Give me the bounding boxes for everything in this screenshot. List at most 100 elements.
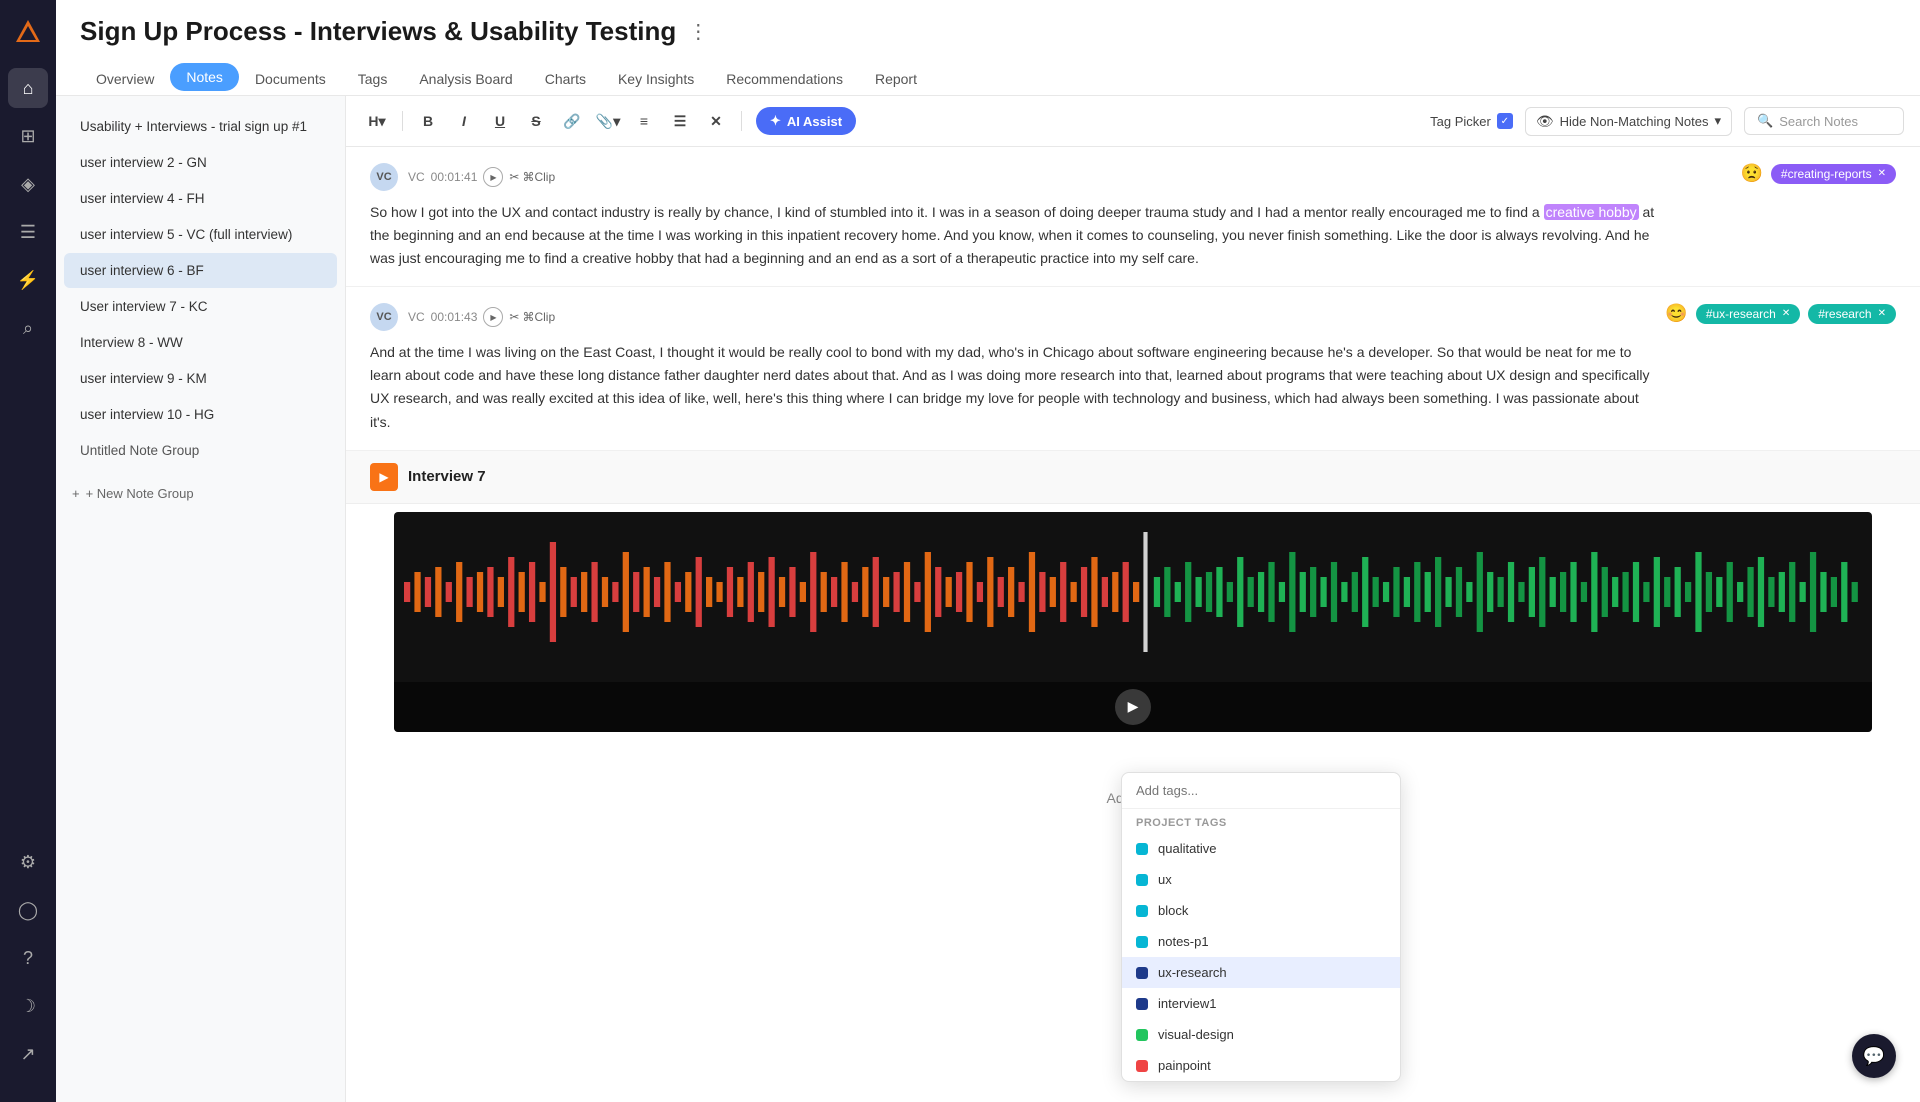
tag-color-notes-p1: [1136, 936, 1148, 948]
italic-button[interactable]: I: [449, 106, 479, 136]
moon-icon: ☽: [20, 996, 36, 1017]
note-item-6[interactable]: User interview 7 - KC: [64, 289, 337, 324]
settings-icon: ⚙: [20, 852, 36, 873]
tab-recommendations[interactable]: Recommendations: [710, 63, 859, 95]
tag-option-notes-p1[interactable]: notes-p1: [1122, 926, 1400, 957]
tag-badge-creating-reports[interactable]: #creating-reports ✕: [1771, 164, 1896, 184]
clip-button-1[interactable]: ✂ ⌘Clip: [509, 170, 555, 184]
media-player[interactable]: ▶: [394, 512, 1872, 732]
tab-key-insights[interactable]: Key Insights: [602, 63, 710, 95]
book-icon: ☰: [20, 222, 36, 243]
tag-option-visual-design[interactable]: visual-design: [1122, 1019, 1400, 1050]
tag-option-block[interactable]: block: [1122, 895, 1400, 926]
heading-button[interactable]: H▾: [362, 106, 392, 136]
tag-color-block: [1136, 905, 1148, 917]
tab-tags[interactable]: Tags: [342, 63, 404, 95]
tag-option-qualitative[interactable]: qualitative: [1122, 833, 1400, 864]
bold-button[interactable]: B: [413, 106, 443, 136]
home-icon: ⌂: [23, 78, 34, 99]
remove-tag-icon[interactable]: ✕: [1878, 168, 1886, 179]
sidebar-layout-icon[interactable]: ⊞: [8, 116, 48, 156]
chat-bubble-button[interactable]: 💬: [1852, 1034, 1896, 1078]
tag-color-qualitative: [1136, 843, 1148, 855]
tag-color-ux: [1136, 874, 1148, 886]
eye-icon: 👁: [1536, 113, 1554, 130]
tag-option-painpoint[interactable]: painpoint: [1122, 1050, 1400, 1081]
list-button[interactable]: ☰: [665, 106, 695, 136]
sidebar-share-icon[interactable]: ↗: [8, 1034, 48, 1074]
sidebar-settings-icon[interactable]: ⚙: [8, 842, 48, 882]
attachment-button[interactable]: 📎▾: [593, 106, 623, 136]
note-item-8[interactable]: user interview 9 - KM: [64, 361, 337, 396]
link-button[interactable]: 🔗: [557, 106, 587, 136]
sidebar-bottom-icons: ⚙ ◯ ? ☽ ↗: [8, 842, 48, 1090]
remove-research-tag-icon[interactable]: ✕: [1878, 308, 1886, 319]
share-icon: ↗: [20, 1044, 35, 1065]
hide-non-matching-button[interactable]: 👁 Hide Non-Matching Notes ▾: [1525, 107, 1732, 136]
note-item-7[interactable]: Interview 8 - WW: [64, 325, 337, 360]
strikethrough-button[interactable]: S: [521, 106, 551, 136]
note-item-3[interactable]: user interview 4 - FH: [64, 181, 337, 216]
interview7-play-icon[interactable]: ▶: [370, 463, 398, 491]
ai-icon: ✦: [770, 113, 781, 129]
play-button-2[interactable]: ▶: [483, 307, 503, 327]
note-item-2[interactable]: user interview 2 - GN: [64, 145, 337, 180]
tag-option-ux-research[interactable]: ux-research: [1122, 957, 1400, 988]
search-notes-input[interactable]: 🔍 Search Notes: [1744, 107, 1904, 135]
project-title: Sign Up Process - Interviews & Usability…: [80, 16, 676, 47]
tag-color-ux-research: [1136, 967, 1148, 979]
play-button-1[interactable]: ▶: [483, 167, 503, 187]
sidebar: ⌂ ⊞ ◈ ☰ ⚡ ⌕ ⚙ ◯ ? ☽ ↗: [0, 0, 56, 1102]
reaction-icon-1[interactable]: 😟: [1740, 163, 1762, 184]
tag-badge-ux-research[interactable]: #ux-research ✕: [1696, 304, 1800, 324]
underline-button[interactable]: U: [485, 106, 515, 136]
pin-icon: ◈: [21, 174, 35, 195]
clip-button-2[interactable]: ✂ ⌘Clip: [509, 310, 555, 324]
align-button[interactable]: ≡: [629, 106, 659, 136]
search-icon: 🔍: [1757, 113, 1773, 129]
sidebar-pin-icon[interactable]: ◈: [8, 164, 48, 204]
tab-report[interactable]: Report: [859, 63, 933, 95]
tab-documents[interactable]: Documents: [239, 63, 342, 95]
note-item-1[interactable]: Usability + Interviews - trial sign up #…: [64, 109, 337, 144]
note-item-9[interactable]: user interview 10 - HG: [64, 397, 337, 432]
note-item-4[interactable]: user interview 5 - VC (full interview): [64, 217, 337, 252]
interview7-title: Interview 7: [408, 468, 486, 485]
media-play-button[interactable]: ▶: [1115, 689, 1151, 725]
clear-format-button[interactable]: ✕: [701, 106, 731, 136]
note-item-10[interactable]: Untitled Note Group: [64, 433, 337, 468]
sidebar-book-icon[interactable]: ☰: [8, 212, 48, 252]
new-note-group-button[interactable]: + + New Note Group: [56, 476, 345, 511]
plus-icon: +: [72, 486, 80, 501]
tag-color-painpoint: [1136, 1060, 1148, 1072]
sidebar-lightning-icon[interactable]: ⚡: [8, 260, 48, 300]
tag-search-input[interactable]: [1122, 773, 1400, 809]
tag-option-ux[interactable]: ux: [1122, 864, 1400, 895]
tag-picker[interactable]: Tag Picker ✓: [1430, 113, 1513, 129]
tag-dropdown: PROJECT TAGS qualitative ux block: [1121, 772, 1401, 1082]
tab-notes[interactable]: Notes: [170, 63, 239, 91]
content-area: Usability + Interviews - trial sign up #…: [56, 96, 1920, 1102]
tab-analysis-board[interactable]: Analysis Board: [403, 63, 528, 95]
project-title-row: Sign Up Process - Interviews & Usability…: [80, 16, 1896, 47]
top-header: Sign Up Process - Interviews & Usability…: [56, 0, 1920, 96]
note-item-5[interactable]: user interview 6 - BF: [64, 253, 337, 288]
sidebar-home-icon[interactable]: ⌂: [8, 68, 48, 108]
waveform: [394, 512, 1872, 672]
timestamp-2: VC 00:01:43 ▶ ✂ ⌘Clip: [408, 307, 555, 327]
note-editor: H▾ B I U S 🔗 📎▾ ≡ ☰ ✕: [346, 96, 1920, 1102]
tab-overview[interactable]: Overview: [80, 63, 170, 95]
reaction-icon-2[interactable]: 😊: [1665, 303, 1687, 324]
tag-badge-research[interactable]: #research ✕: [1808, 304, 1896, 324]
sidebar-search-icon[interactable]: ⌕: [8, 308, 48, 348]
sidebar-moon-icon[interactable]: ☽: [8, 986, 48, 1026]
ai-assist-button[interactable]: ✦ AI Assist: [756, 107, 856, 135]
tab-charts[interactable]: Charts: [529, 63, 602, 95]
sidebar-user-icon[interactable]: ◯: [8, 890, 48, 930]
project-tags-label: PROJECT TAGS: [1122, 809, 1400, 833]
sidebar-help-icon[interactable]: ?: [8, 938, 48, 978]
tag-color-visual-design: [1136, 1029, 1148, 1041]
tag-option-interview1[interactable]: interview1: [1122, 988, 1400, 1019]
remove-ux-research-tag-icon[interactable]: ✕: [1782, 308, 1790, 319]
more-options-icon[interactable]: ⋮: [688, 19, 708, 44]
